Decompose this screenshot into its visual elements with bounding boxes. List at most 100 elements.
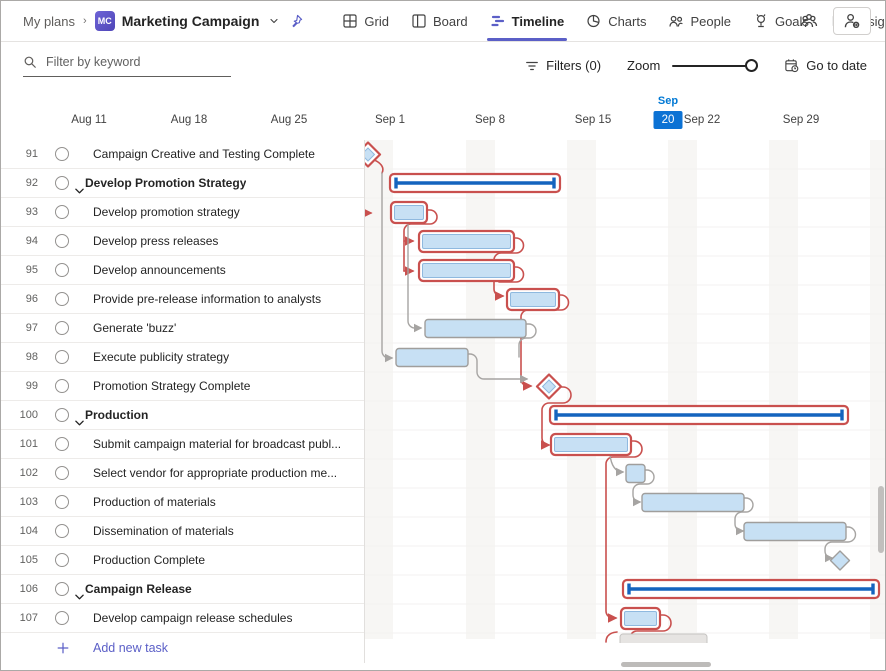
task-row-number: 95: [1, 264, 38, 276]
gantt-bar-95[interactable]: [419, 260, 514, 281]
tab-board[interactable]: Board: [400, 1, 479, 41]
today-date-badge[interactable]: 20: [654, 111, 683, 129]
tab-label: Charts: [608, 14, 646, 29]
gantt-bar-100[interactable]: [550, 406, 848, 424]
task-row-93[interactable]: 93Develop promotion strategy: [1, 198, 364, 227]
filters-button[interactable]: Filters (0): [525, 58, 601, 73]
tab-charts[interactable]: Charts: [575, 1, 657, 41]
task-complete-circle[interactable]: [55, 437, 69, 451]
filter-keyword-input[interactable]: [44, 54, 218, 70]
task-complete-circle[interactable]: [55, 321, 69, 335]
collapse-chevron-icon[interactable]: [75, 587, 84, 605]
plan-title[interactable]: Marketing Campaign: [122, 13, 260, 29]
top-actions: 0: [799, 1, 871, 41]
task-row-94[interactable]: 94Develop press releases: [1, 227, 364, 256]
task-row-92[interactable]: 92Develop Promotion Strategy: [1, 169, 364, 198]
task-row-99[interactable]: 99Promotion Strategy Complete: [1, 372, 364, 401]
collapse-chevron-icon[interactable]: [75, 181, 84, 199]
task-row-100[interactable]: 100Production: [1, 401, 364, 430]
task-complete-circle[interactable]: [55, 176, 69, 190]
gantt-bar-92[interactable]: [390, 174, 560, 192]
tab-grid[interactable]: Grid: [331, 1, 400, 41]
task-row-104[interactable]: 104Dissemination of materials: [1, 517, 364, 546]
task-row-number: 94: [1, 235, 38, 247]
gantt-bar-104[interactable]: [744, 523, 846, 541]
task-complete-circle[interactable]: [55, 292, 69, 306]
task-name: Generate 'buzz': [93, 321, 176, 335]
task-complete-circle[interactable]: [55, 379, 69, 393]
task-row-number: 106: [1, 583, 38, 595]
task-row-number: 97: [1, 322, 38, 334]
task-complete-circle[interactable]: [55, 495, 69, 509]
gantt-bar-107[interactable]: [621, 608, 660, 629]
zoom-label: Zoom: [627, 58, 660, 73]
weekend-band: [668, 140, 697, 639]
gantt-bar-106[interactable]: [623, 580, 879, 598]
task-row-91[interactable]: 91Campaign Creative and Testing Complete: [1, 140, 364, 169]
add-new-task-label: Add new task: [93, 641, 168, 655]
gantt-bar-93[interactable]: [391, 202, 427, 223]
breadcrumb-separator: ›: [83, 15, 87, 27]
gantt-bar-97[interactable]: [425, 320, 526, 338]
team-icon[interactable]: [799, 11, 819, 31]
person-add-button[interactable]: 0: [833, 7, 871, 35]
tab-people[interactable]: People: [657, 1, 741, 41]
task-row-105[interactable]: 105Production Complete: [1, 546, 364, 575]
gantt-bar-98[interactable]: [396, 349, 468, 367]
chevron-down-icon[interactable]: [268, 15, 280, 27]
task-complete-circle[interactable]: [55, 147, 69, 161]
task-row-number: 105: [1, 554, 38, 566]
task-complete-circle[interactable]: [55, 466, 69, 480]
weekend-band: [567, 140, 596, 639]
task-row-96[interactable]: 96Provide pre-release information to ana…: [1, 285, 364, 314]
task-name: Production of materials: [93, 495, 216, 509]
task-row-106[interactable]: 106Campaign Release: [1, 575, 364, 604]
today-month-label: Sep: [658, 95, 678, 107]
task-row-107[interactable]: 107Develop campaign release schedules: [1, 604, 364, 633]
task-complete-circle[interactable]: [55, 553, 69, 567]
gantt-bar-96[interactable]: [507, 289, 559, 310]
add-new-task-button[interactable]: Add new task: [1, 633, 364, 663]
search-icon: [23, 55, 37, 69]
gantt-bar-94[interactable]: [419, 231, 514, 252]
timeline-date-header: Sep 20 Aug 11Aug 18Aug 25Sep 1Sep 8Sep 1…: [1, 89, 885, 140]
gantt-chart: [364, 140, 886, 663]
task-row-102[interactable]: 102Select vendor for appropriate product…: [1, 459, 364, 488]
zoom-slider[interactable]: [672, 59, 758, 73]
task-complete-circle[interactable]: [55, 408, 69, 422]
collapse-chevron-icon[interactable]: [75, 413, 84, 431]
task-complete-circle[interactable]: [55, 582, 69, 596]
pin-icon[interactable]: [289, 14, 303, 28]
task-complete-circle[interactable]: [55, 234, 69, 248]
task-row-95[interactable]: 95Develop announcements: [1, 256, 364, 285]
task-complete-circle[interactable]: [55, 205, 69, 219]
task-complete-circle[interactable]: [55, 350, 69, 364]
task-row-number: 107: [1, 612, 38, 624]
task-row-101[interactable]: 101Submit campaign material for broadcas…: [1, 430, 364, 459]
gantt-bar-105[interactable]: [831, 551, 850, 570]
task-complete-circle[interactable]: [55, 524, 69, 538]
task-row-number: 99: [1, 380, 38, 392]
go-to-date-label: Go to date: [806, 58, 867, 73]
go-to-date-button[interactable]: Go to date: [784, 58, 867, 73]
gantt-bar-101[interactable]: [551, 434, 631, 455]
gantt-bar-102[interactable]: [626, 465, 645, 483]
chart-bottom-mask: [365, 643, 886, 663]
planner-timeline-app: My plans › MC Marketing Campaign GridBoa…: [0, 0, 886, 671]
zoom-slider-knob[interactable]: [745, 59, 758, 72]
weekend-band: [769, 140, 798, 639]
board-icon: [411, 13, 427, 29]
task-row-103[interactable]: 103Production of materials: [1, 488, 364, 517]
calendar-icon: [784, 58, 799, 73]
task-row-97[interactable]: 97 Generate 'buzz': [1, 314, 364, 343]
tab-timeline[interactable]: Timeline: [479, 1, 576, 41]
horizontal-scrollbar[interactable]: [621, 662, 711, 667]
gantt-bar-99[interactable]: [537, 375, 561, 399]
breadcrumb-my-plans[interactable]: My plans: [23, 14, 75, 29]
vertical-scrollbar[interactable]: [878, 486, 884, 553]
gantt-bar-103[interactable]: [642, 494, 744, 512]
task-row-98[interactable]: 98Execute publicity strategy: [1, 343, 364, 372]
timeline-icon: [490, 13, 506, 29]
task-complete-circle[interactable]: [55, 263, 69, 277]
task-complete-circle[interactable]: [55, 611, 69, 625]
